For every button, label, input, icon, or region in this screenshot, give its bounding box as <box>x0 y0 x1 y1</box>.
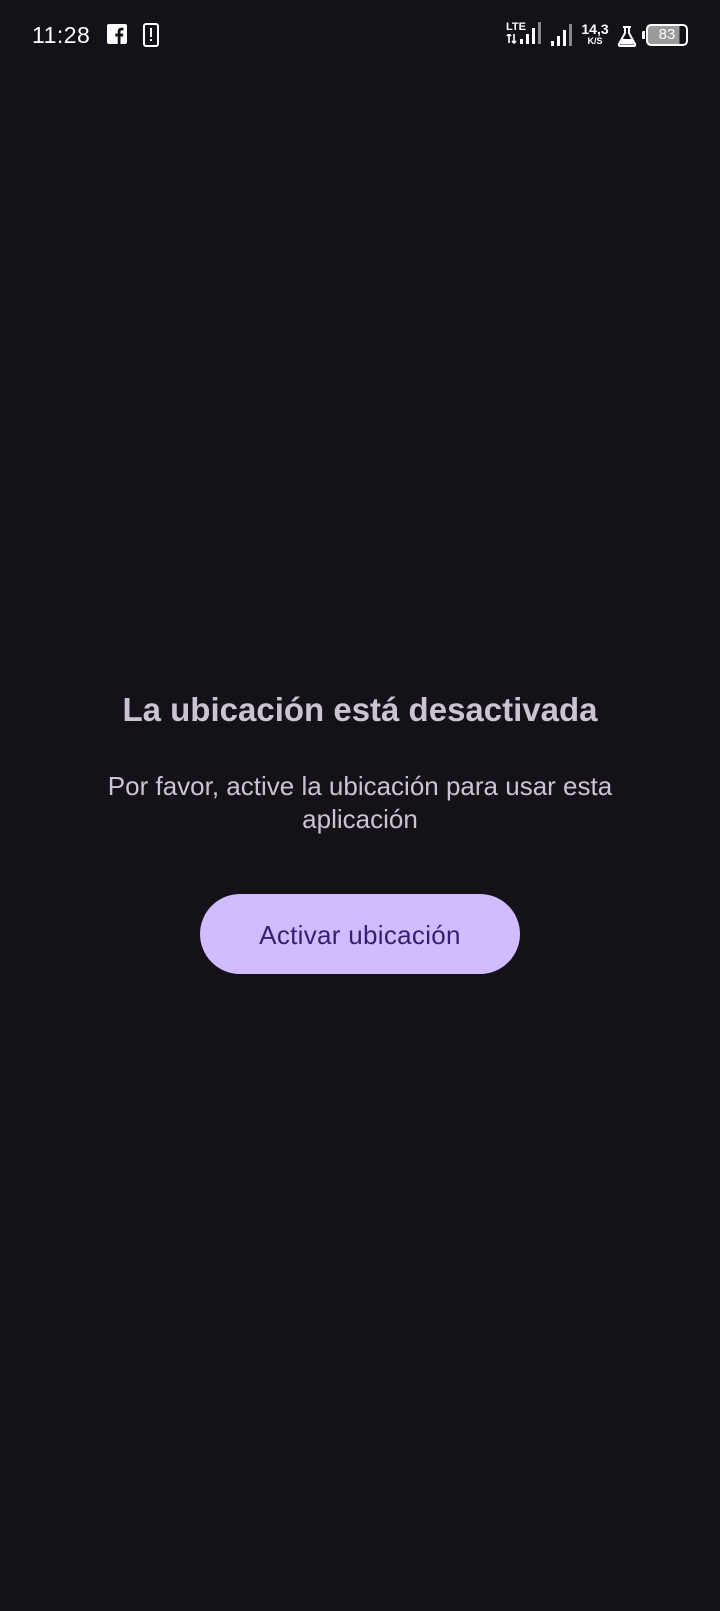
network-speed: 14,3 K/S <box>580 22 610 46</box>
battery-icon: 83 <box>642 24 688 46</box>
battery-level: 83 <box>658 26 676 43</box>
signal-icon <box>551 24 572 46</box>
location-message: Por favor, active la ubicación para usar… <box>107 771 613 834</box>
network-speed-value: 14,3 <box>581 21 609 37</box>
facebook-icon <box>107 24 127 44</box>
battery-nub <box>642 31 645 39</box>
lte-bars-icon <box>520 22 541 44</box>
status-bar: 11:28 LTE 14,3 K/S 83 <box>0 0 720 72</box>
lte-signal-icon: LTE <box>506 22 544 48</box>
location-disabled-panel: La ubicación está desactivada Por favor,… <box>0 690 720 974</box>
page-title: La ubicación está desactivada <box>122 691 598 728</box>
flask-icon <box>617 26 637 47</box>
status-time: 11:28 <box>32 22 91 48</box>
alert-icon <box>143 23 159 47</box>
enable-location-button[interactable]: Activar ubicación <box>200 894 520 974</box>
network-speed-unit: K/S <box>587 36 603 46</box>
data-arrows-icon <box>506 34 517 44</box>
